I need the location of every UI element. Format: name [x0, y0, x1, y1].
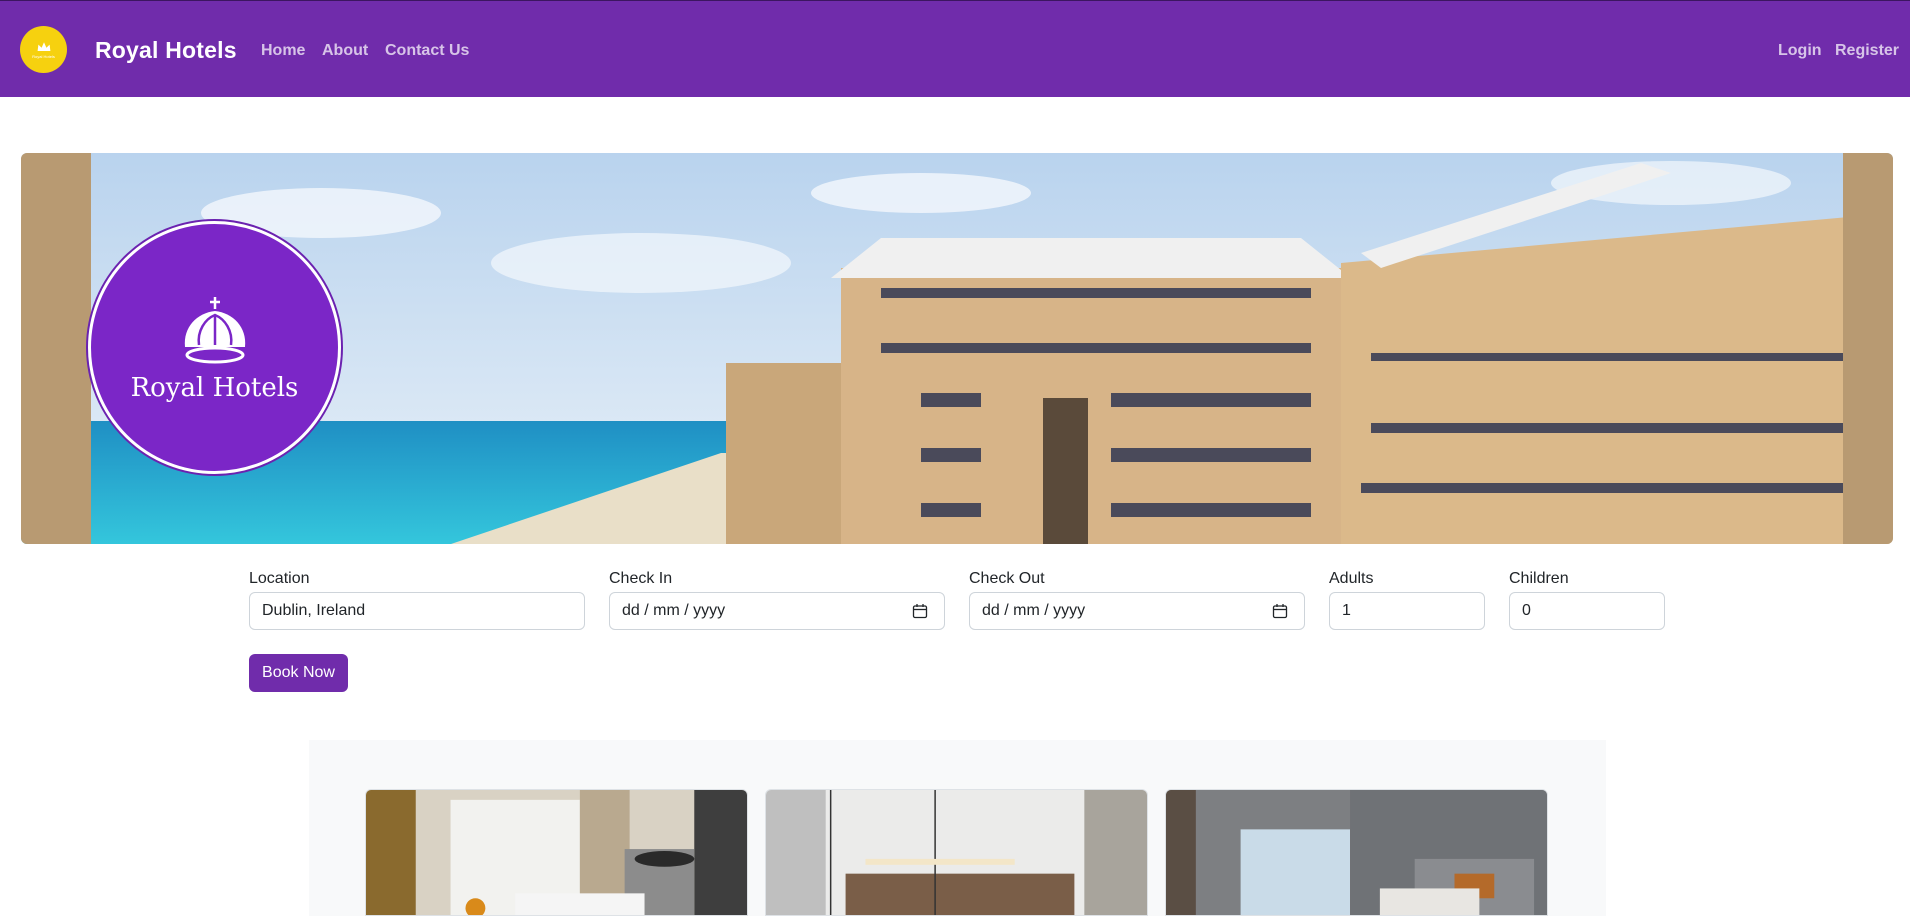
- crown-icon: [37, 42, 50, 51]
- children-value: 0: [1522, 602, 1531, 619]
- check-out-placeholder: dd / mm / yyyy: [982, 602, 1086, 619]
- adults-input[interactable]: 1: [1329, 592, 1485, 630]
- adults-label: Adults: [1329, 570, 1374, 587]
- check-out-label: Check Out: [969, 570, 1045, 587]
- navbar: Royal Hotels Royal Hotels Home About Con…: [0, 0, 1910, 97]
- location-label: Location: [249, 570, 310, 587]
- nav-link-home[interactable]: Home: [261, 42, 305, 60]
- crown-icon: [184, 297, 245, 364]
- room-image: [366, 790, 747, 915]
- room-card[interactable]: [1165, 789, 1548, 916]
- children-label: Children: [1509, 570, 1569, 587]
- nav-link-about[interactable]: About: [322, 42, 368, 60]
- check-in-input[interactable]: dd / mm / yyyy: [609, 592, 945, 630]
- check-in-label: Check In: [609, 570, 673, 587]
- hero-logo-badge: Royal Hotels: [88, 221, 341, 474]
- check-out-input[interactable]: dd / mm / yyyy: [969, 592, 1305, 630]
- site-logo[interactable]: Royal Hotels: [20, 26, 67, 73]
- logo-text: Royal Hotels: [32, 54, 55, 59]
- rooms-section: [309, 740, 1606, 916]
- calendar-icon[interactable]: [912, 603, 928, 619]
- hero-logo-text: Royal Hotels: [130, 373, 299, 403]
- hero-banner: Royal Hotels: [21, 153, 1893, 544]
- room-card[interactable]: [765, 789, 1148, 916]
- nav-link-login[interactable]: Login: [1778, 42, 1822, 60]
- room-card[interactable]: [365, 789, 748, 916]
- book-now-button[interactable]: Book Now: [249, 654, 348, 692]
- nav-link-register[interactable]: Register: [1835, 42, 1899, 60]
- location-value: Dublin, Ireland: [262, 602, 366, 619]
- location-input[interactable]: Dublin, Ireland: [249, 592, 585, 630]
- room-image: [766, 790, 1147, 915]
- nav-link-contact[interactable]: Contact Us: [385, 42, 469, 60]
- room-image: [1166, 790, 1547, 915]
- adults-value: 1: [1342, 602, 1351, 619]
- calendar-icon[interactable]: [1272, 603, 1288, 619]
- children-input[interactable]: 0: [1509, 592, 1665, 630]
- check-in-placeholder: dd / mm / yyyy: [622, 602, 726, 619]
- brand-title[interactable]: Royal Hotels: [95, 37, 237, 64]
